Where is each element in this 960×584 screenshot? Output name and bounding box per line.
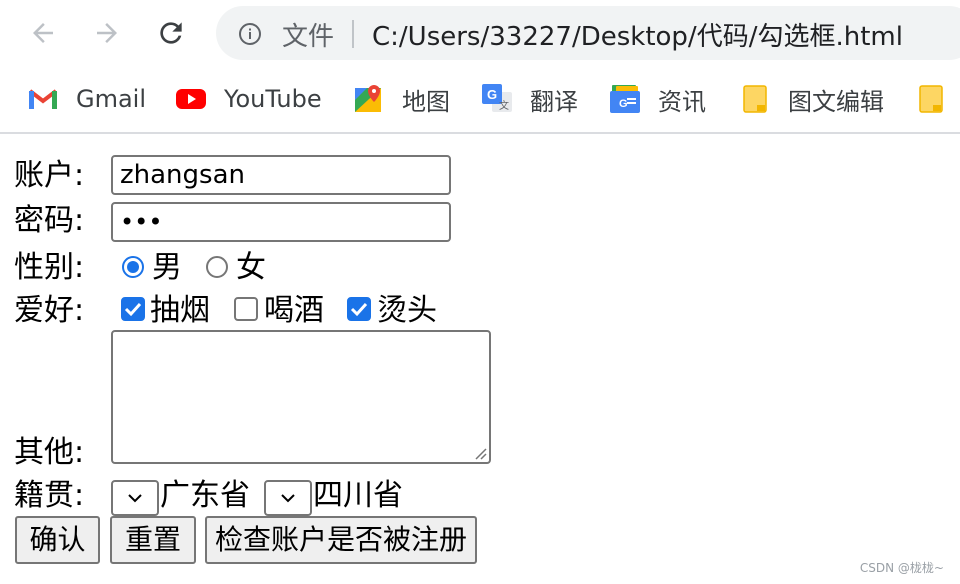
folder-icon	[916, 84, 946, 114]
hobby-label: 爱好:	[14, 293, 85, 328]
svg-text:G: G	[487, 87, 497, 102]
bookmark-label: YouTube	[224, 85, 322, 113]
chevron-down-icon	[281, 494, 295, 503]
checkmark-icon	[124, 302, 142, 317]
translate-icon: G文	[482, 84, 512, 114]
omnibox-separator	[352, 20, 354, 48]
other-label: 其他:	[14, 435, 85, 470]
back-arrow-icon	[33, 23, 53, 43]
bookmark-folder[interactable]: 图文编辑	[740, 82, 884, 116]
watermark: CSDN @栊栊~	[859, 561, 944, 575]
bookmark-label: 翻译	[530, 87, 578, 116]
forward-arrow-icon	[97, 23, 117, 43]
check-account-button[interactable]: 检查账户是否被注册	[205, 516, 477, 564]
bookmark-folder-overflow[interactable]	[916, 82, 960, 116]
bookmark-label: 地图	[402, 87, 450, 116]
bookmarks-bar: Gmail YouTube 地图 G文 翻译 G 资讯 图文编辑	[0, 68, 960, 132]
reload-icon	[160, 22, 182, 44]
svg-text:文: 文	[499, 99, 509, 112]
account-label: 账户:	[14, 158, 85, 193]
origin-label: 籍贯:	[14, 478, 85, 513]
info-icon[interactable]	[238, 22, 262, 46]
account-input[interactable]: zhangsan	[111, 155, 451, 195]
svg-text:G: G	[619, 98, 628, 110]
folder-icon	[740, 84, 770, 114]
hobby-checkbox-smoke[interactable]	[121, 297, 145, 321]
confirm-button[interactable]: 确认	[15, 516, 100, 564]
password-input[interactable]: •••	[111, 202, 451, 242]
chevron-down-icon	[128, 494, 142, 503]
back-button[interactable]	[24, 14, 62, 52]
reset-button[interactable]: 重置	[110, 516, 196, 564]
hobby-checkbox-perm[interactable]	[347, 297, 371, 321]
url-text[interactable]: C:/Users/33227/Desktop/代码/勾选框.html	[372, 16, 903, 53]
other-textarea[interactable]	[111, 330, 491, 464]
resize-grip-icon[interactable]	[473, 446, 487, 460]
gender-label: 性别:	[14, 250, 85, 285]
page-content: 账户: zhangsan 密码: ••• 性别: 男 女 爱好: 抽烟 喝酒 烫…	[0, 136, 960, 584]
bookmark-news[interactable]: G 资讯	[610, 82, 706, 116]
origin-select-1[interactable]	[111, 480, 159, 516]
gender-radio-female[interactable]	[206, 256, 228, 278]
origin-select-text: 四川省	[313, 478, 403, 513]
browser-toolbar: 文件 C:/Users/33227/Desktop/代码/勾选框.html	[0, 0, 960, 68]
toolbar-divider	[0, 132, 960, 134]
news-icon: G	[610, 84, 640, 114]
hobby-checkbox-drink[interactable]	[234, 297, 258, 321]
gender-option-label: 女	[236, 250, 266, 285]
password-label: 密码:	[14, 203, 85, 238]
hobby-option-label: 抽烟	[150, 293, 210, 328]
scheme-label: 文件	[282, 22, 335, 52]
bookmark-label: Gmail	[76, 85, 147, 113]
youtube-icon	[176, 84, 206, 114]
reload-button[interactable]	[152, 14, 190, 52]
forward-button[interactable]	[88, 14, 126, 52]
origin-select-2[interactable]	[264, 480, 312, 516]
hobby-option-label: 烫头	[377, 293, 437, 328]
bookmark-label: 图文编辑	[788, 87, 884, 116]
hobby-option-label: 喝酒	[264, 293, 324, 328]
gender-option-label: 男	[152, 250, 182, 285]
gender-radio-male[interactable]	[122, 256, 144, 278]
password-value: •••	[120, 208, 163, 236]
bookmark-gmail[interactable]: Gmail	[28, 82, 146, 116]
origin-select-text: 广东省	[160, 478, 250, 513]
address-bar[interactable]: 文件 C:/Users/33227/Desktop/代码/勾选框.html	[216, 6, 960, 60]
gmail-icon	[28, 84, 58, 114]
bookmark-youtube[interactable]: YouTube	[176, 82, 322, 116]
checkmark-icon	[350, 302, 368, 317]
bookmark-maps[interactable]: 地图	[354, 82, 450, 116]
bookmark-label: 资讯	[658, 87, 706, 116]
maps-icon	[354, 84, 384, 114]
bookmark-translate[interactable]: G文 翻译	[482, 82, 578, 116]
account-value: zhangsan	[120, 160, 245, 190]
